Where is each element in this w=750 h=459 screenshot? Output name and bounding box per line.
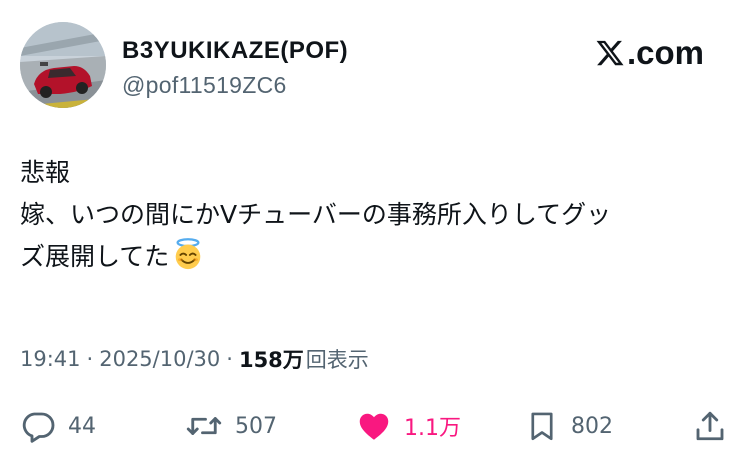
tweet-line-3-text: ズ展開してた xyxy=(20,242,170,271)
like-count: 1.1万 xyxy=(404,416,461,441)
action-bar: 44 507 1.1万 802 xyxy=(20,404,730,448)
like-button[interactable]: 1.1万 xyxy=(356,404,461,448)
x-logo-icon xyxy=(596,40,624,66)
tweet-date[interactable]: 2025/10/30 xyxy=(99,347,220,371)
bookmark-button[interactable]: 802 xyxy=(525,404,613,448)
repost-button[interactable]: 507 xyxy=(185,404,277,448)
views-count[interactable]: 158万 xyxy=(239,344,304,374)
display-name[interactable]: B3YUKIKAZE(POF) xyxy=(122,36,348,66)
user-handle[interactable]: @pof11519ZC6 xyxy=(122,70,348,100)
meta-separator: · xyxy=(86,347,94,371)
views-label: 回表示 xyxy=(305,348,369,372)
meta-separator: · xyxy=(226,347,233,371)
smiling-face-with-halo-icon xyxy=(175,238,201,270)
tweet-line-3: ズ展開してた xyxy=(20,236,730,278)
repost-count: 507 xyxy=(235,413,277,439)
bookmark-icon xyxy=(531,412,553,441)
repost-icon xyxy=(186,417,222,435)
tweet-header: B3YUKIKAZE(POF) @pof11519ZC6 .com xyxy=(20,22,730,112)
heart-filled-icon xyxy=(359,413,389,440)
reply-icon xyxy=(22,412,55,443)
avatar[interactable] xyxy=(20,22,106,108)
reply-count: 44 xyxy=(68,413,96,439)
brand-logo: .com xyxy=(595,36,704,70)
brand-domain: .com xyxy=(626,34,704,71)
share-icon xyxy=(696,411,724,441)
tweet-text: 悲報 嫁、いつの間にかVチューバーの事務所入りしてグッ ズ展開してた xyxy=(20,152,730,278)
author-names: B3YUKIKAZE(POF) @pof11519ZC6 xyxy=(122,36,348,100)
tweet-line-1: 悲報 xyxy=(20,158,71,187)
tweet-line-2: 嫁、いつの間にかVチューバーの事務所入りしてグッ xyxy=(20,200,612,229)
share-button[interactable] xyxy=(692,404,728,448)
reply-button[interactable]: 44 xyxy=(20,404,96,448)
tweet-meta: 19:41 · 2025/10/30 · 158万 回表示 xyxy=(20,344,369,374)
tweet-time[interactable]: 19:41 xyxy=(20,347,81,371)
bookmark-count: 802 xyxy=(571,413,613,439)
